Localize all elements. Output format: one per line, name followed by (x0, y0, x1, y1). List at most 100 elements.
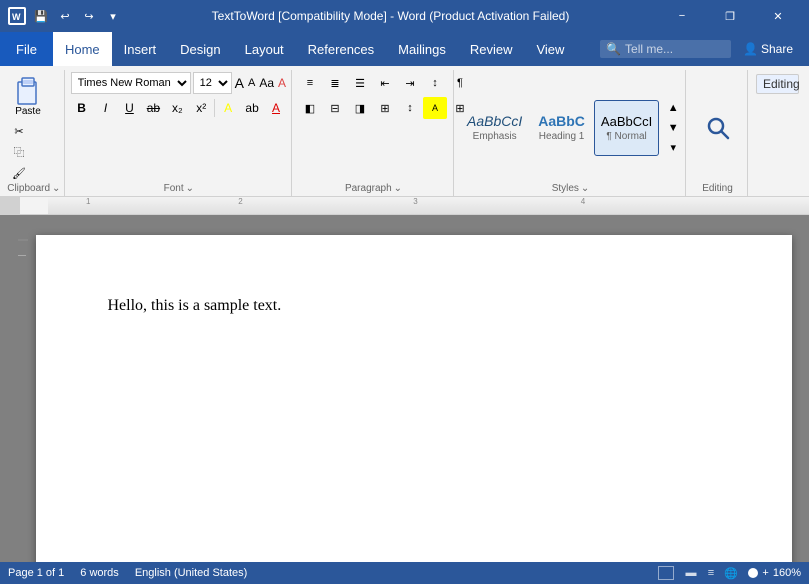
styles-more[interactable]: ▾ (661, 139, 685, 157)
person-icon: 👤 (743, 42, 758, 56)
minimize-button[interactable]: − (659, 0, 705, 32)
align-left-button[interactable]: ◧ (298, 97, 322, 119)
document-page[interactable]: Hello, this is a sample text. (36, 235, 792, 562)
shading-button[interactable]: A (423, 97, 447, 119)
align-right-button[interactable]: ◨ (348, 97, 372, 119)
view-buttons: ▬ ≡ 🌐 (682, 564, 740, 582)
font-name-select[interactable]: Times New Roman (71, 72, 191, 94)
font-format-row: B I U ab x₂ x² A ab A (71, 97, 287, 119)
ruler: 1 2 3 4 (0, 197, 809, 215)
menu-bar: File Home Insert Design Layout Reference… (0, 32, 809, 66)
clipboard-content: Paste ✂ ⿻ 🖌 (8, 72, 60, 183)
highlight-color-button[interactable]: ab (241, 97, 263, 119)
share-button[interactable]: 👤 Share (735, 38, 801, 60)
window-title: TextToWord [Compatibility Mode] - Word (… (122, 9, 659, 23)
style-normal-button[interactable]: AaBbCcI ¶ Normal (594, 100, 659, 156)
italic-button[interactable]: I (95, 97, 117, 119)
web-layout-view-button[interactable]: 🌐 (722, 564, 740, 582)
justify-button[interactable]: ⊞ (373, 97, 397, 119)
clear-format-button[interactable]: A (277, 72, 287, 94)
close-button[interactable]: ✕ (755, 0, 801, 32)
text-effect-button[interactable]: A (217, 97, 239, 119)
redo-quick-btn[interactable]: ↪ (80, 7, 98, 25)
read-mode-view-button[interactable]: ≡ (702, 564, 720, 582)
styles-dialog-icon[interactable]: ⌄ (581, 183, 589, 194)
change-case-button[interactable]: Aa (258, 72, 275, 94)
copy-button[interactable]: ⿻ (8, 142, 30, 162)
word-count: 6 words (80, 567, 119, 579)
editing-text-label: Editing (756, 74, 799, 94)
paragraph-label: Paragraph ⌄ (298, 183, 449, 196)
save-quick-btn[interactable]: 💾 (32, 7, 50, 25)
menu-layout[interactable]: Layout (233, 32, 296, 66)
status-right: ▬ ≡ 🌐 − + 160% (658, 564, 801, 582)
editing-text-area: Editing (750, 70, 805, 196)
ruler-content: 1 2 3 4 (48, 197, 809, 214)
heading1-label: Heading 1 (539, 131, 585, 142)
menu-insert[interactable]: Insert (112, 32, 169, 66)
format-painter-button[interactable]: 🖌 (8, 163, 30, 183)
emphasis-preview: AaBbCcI (467, 113, 522, 129)
para-row1: ≡ ≣ ☰ ⇤ ⇥ ↕ ¶ (298, 72, 472, 94)
para-row2: ◧ ⊟ ◨ ⊞ ↕ A ⊞ (298, 97, 472, 119)
grow-font-button[interactable]: A (234, 72, 245, 94)
language: English (United States) (135, 567, 248, 579)
sort-button[interactable]: ↕ (423, 72, 447, 94)
paragraph-group: ≡ ≣ ☰ ⇤ ⇥ ↕ ¶ ◧ ⊟ ◨ ⊞ ↕ A ⊞ (294, 70, 454, 196)
menu-mailings[interactable]: Mailings (386, 32, 458, 66)
restore-button[interactable]: ❐ (707, 0, 753, 32)
search-icon: 🔍 (606, 42, 621, 56)
paste-button[interactable]: Paste (8, 72, 48, 119)
para-dialog-icon[interactable]: ⌄ (394, 183, 402, 194)
menu-references[interactable]: References (296, 32, 386, 66)
menu-file[interactable]: File (0, 32, 53, 66)
strikethrough-button[interactable]: ab (142, 97, 164, 119)
print-layout-view-button[interactable]: ▬ (682, 564, 700, 582)
zoom-in-btn[interactable]: + (762, 567, 768, 579)
tell-me-box[interactable]: 🔍 (600, 40, 731, 58)
undo-quick-btn[interactable]: ↩ (56, 7, 74, 25)
search-icon-large (704, 114, 732, 142)
bullets-button[interactable]: ≡ (298, 72, 322, 94)
style-heading1-button[interactable]: AaBbC Heading 1 (531, 100, 592, 156)
styles-row: AaBbCcI Emphasis AaBbC Heading 1 AaBbCcI… (460, 100, 659, 156)
font-color-button[interactable]: A (265, 97, 287, 119)
cut-button[interactable]: ✂ (8, 121, 30, 141)
document-area: Hello, this is a sample text. (0, 215, 809, 562)
app-icon: W (8, 7, 26, 25)
font-dialog-icon[interactable]: ⌄ (186, 183, 194, 194)
numbering-button[interactable]: ≣ (323, 72, 347, 94)
editing-content (704, 72, 732, 183)
editing-group: Editing (688, 70, 748, 196)
page-info: Page 1 of 1 (8, 567, 64, 579)
tell-me-input[interactable] (625, 42, 725, 56)
multilevel-button[interactable]: ☰ (348, 72, 372, 94)
heading1-preview: AaBbC (538, 113, 585, 129)
ribbon: Paste ✂ ⿻ 🖌 Clipboard ⌄ Times New Roman (0, 66, 809, 197)
subscript-button[interactable]: x₂ (166, 97, 188, 119)
font-size-select[interactable]: 12 (193, 72, 232, 94)
customize-quick-btn[interactable]: ▾ (104, 7, 122, 25)
increase-indent-button[interactable]: ⇥ (398, 72, 422, 94)
styles-scroll-down[interactable]: ▼ (661, 119, 685, 137)
style-emphasis-button[interactable]: AaBbCcI Emphasis (460, 100, 529, 156)
zoom-thumb[interactable] (748, 568, 758, 578)
document-content: Hello, this is a sample text. (108, 295, 720, 317)
dialog-launcher-icon[interactable]: ⌄ (52, 183, 60, 194)
font-name-row: Times New Roman 12 A A Aa A (71, 72, 287, 94)
window-controls: − ❐ ✕ (659, 0, 801, 32)
menu-review[interactable]: Review (458, 32, 525, 66)
superscript-button[interactable]: x² (190, 97, 212, 119)
menu-home[interactable]: Home (53, 32, 112, 66)
underline-button[interactable]: U (119, 97, 141, 119)
font-group: Times New Roman 12 A A Aa A B I U ab x₂ (67, 70, 292, 196)
menu-design[interactable]: Design (168, 32, 232, 66)
align-center-button[interactable]: ⊟ (323, 97, 347, 119)
shrink-font-button[interactable]: A (247, 72, 256, 94)
line-spacing-button[interactable]: ↕ (398, 97, 422, 119)
bold-button[interactable]: B (71, 97, 93, 119)
styles-scroll-up[interactable]: ▲ (661, 99, 685, 117)
menu-right: 🔍 👤 Share (600, 32, 809, 66)
menu-view[interactable]: View (524, 32, 576, 66)
decrease-indent-button[interactable]: ⇤ (373, 72, 397, 94)
